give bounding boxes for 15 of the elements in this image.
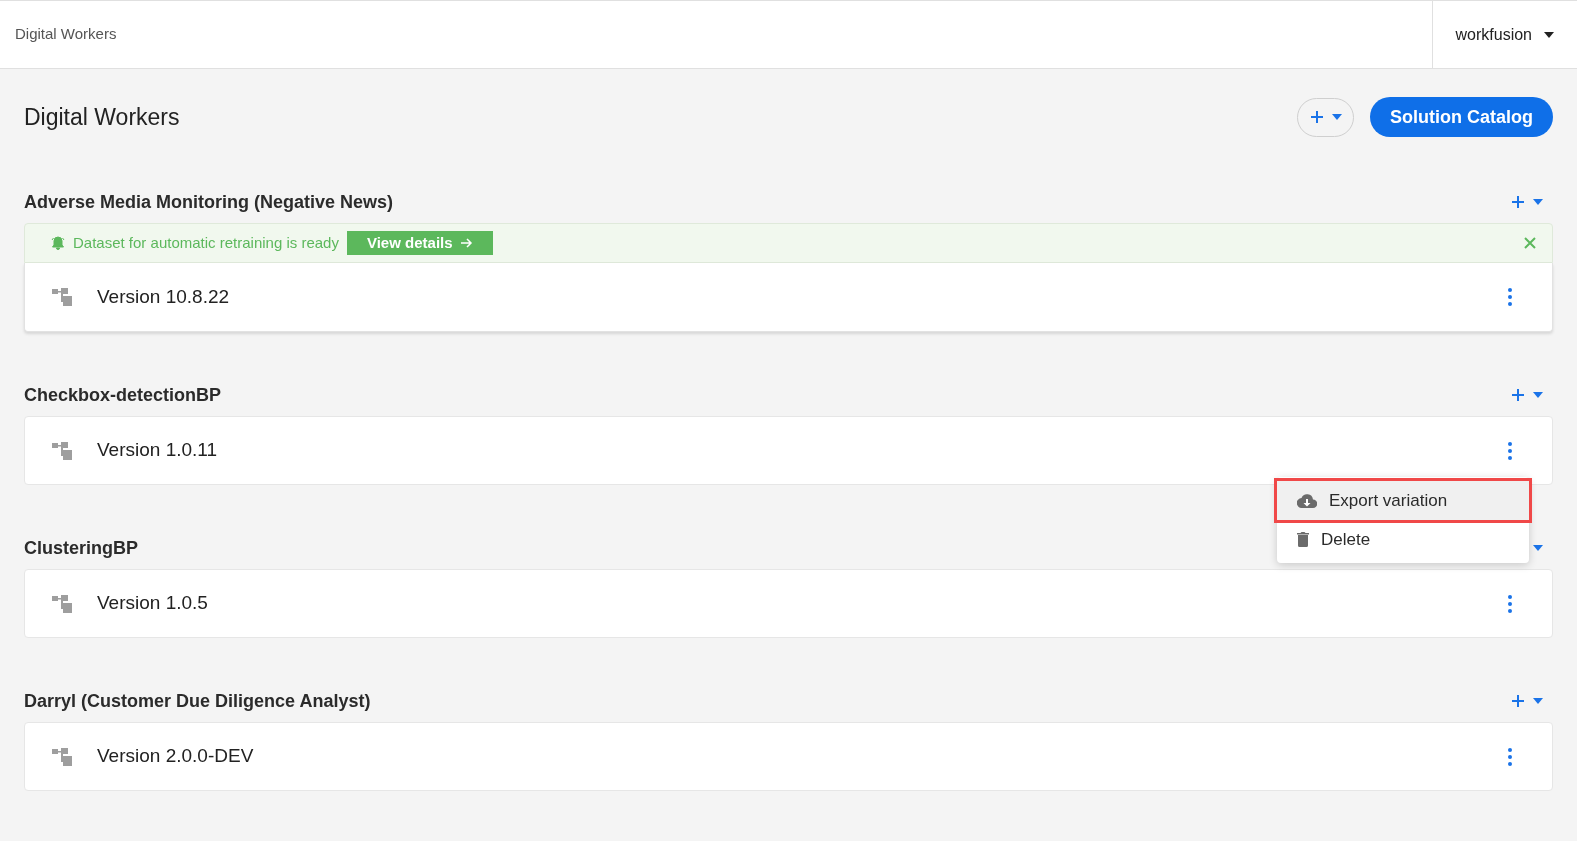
version-label[interactable]: Version 10.8.22 bbox=[97, 282, 230, 312]
version-label[interactable]: Version 1.0.11 bbox=[97, 436, 218, 465]
page-title: Digital Workers bbox=[24, 102, 180, 132]
account-dropdown[interactable]: workfusion bbox=[1431, 1, 1577, 68]
group-title: Checkbox-detectionBP bbox=[24, 383, 222, 407]
version-label[interactable]: Version 1.0.5 bbox=[97, 589, 208, 618]
solution-catalog-button[interactable]: Solution Catalog bbox=[1370, 97, 1553, 137]
group-title: Darryl (Customer Due Diligence Analyst) bbox=[24, 689, 371, 713]
breadcrumb[interactable]: Digital Workers bbox=[0, 23, 117, 46]
menu-item[interactable]: Export variation bbox=[1277, 481, 1529, 520]
group-title: ClusteringBP bbox=[24, 536, 138, 560]
version-label[interactable]: Version 2.0.0-DEV bbox=[97, 742, 254, 771]
group-title: Adverse Media Monitoring (Negative News) bbox=[24, 190, 394, 214]
banner-message: Dataset for automatic retraining is ready bbox=[73, 232, 339, 253]
menu-item[interactable]: Delete bbox=[1277, 520, 1529, 559]
